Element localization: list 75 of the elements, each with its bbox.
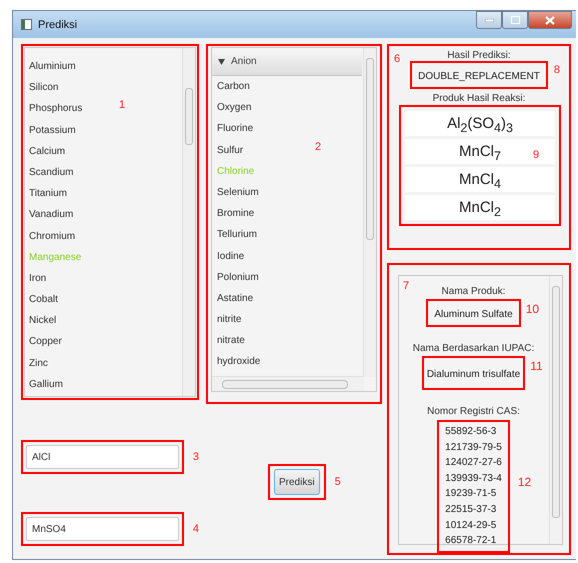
- list-item[interactable]: Aluminium: [25, 56, 76, 78]
- list-item[interactable]: Scandium: [25, 162, 74, 184]
- products-label: Produk Hasil Reaksi:: [432, 93, 526, 104]
- list-item[interactable]: Titanium: [25, 183, 67, 204]
- list-item[interactable]: Iron: [25, 268, 46, 290]
- scrollbar[interactable]: [549, 276, 562, 544]
- header-label: Anion: [231, 56, 257, 67]
- list-item[interactable]: Copper: [25, 331, 62, 353]
- input-field[interactable]: MnSO4: [26, 517, 179, 541]
- cas-number: 19239-71-5: [445, 487, 498, 502]
- annotation-number: 11: [530, 359, 543, 373]
- cas-number: 22515-37-3: [445, 502, 498, 517]
- cas-number: 124027-27-6: [445, 456, 502, 470]
- iupac-name-label: Nama Berdasarkan IUPAC:: [412, 343, 534, 354]
- annotation-number: 4: [192, 523, 199, 535]
- reaction-type: DOUBLE_REPLACEMENT: [418, 71, 540, 82]
- result-label: Hasil Prediksi:: [447, 50, 511, 61]
- annotation-number: 1: [119, 99, 126, 111]
- list-item[interactable]: Fluorine: [212, 118, 254, 140]
- cas-number: 55892-56-3: [445, 425, 498, 439]
- list-item[interactable]: Zinc: [25, 352, 48, 374]
- annotation-number: 8: [554, 64, 560, 76]
- list-item[interactable]: Nickel: [25, 310, 56, 332]
- predict-button[interactable]: Prediksi: [274, 469, 320, 495]
- list-item[interactable]: Oxygen: [212, 97, 252, 118]
- maximize-button[interactable]: [502, 11, 528, 29]
- list-item[interactable]: Iodine: [212, 246, 244, 267]
- product-formula[interactable]: MnCl$_{4}$: [405, 167, 555, 192]
- close-button[interactable]: [528, 11, 572, 29]
- annotation-number: 10: [526, 302, 540, 316]
- list-item[interactable]: nitrite: [212, 309, 242, 330]
- annotation-number: 6: [394, 53, 400, 65]
- cas-number: 121739-79-5: [445, 440, 502, 455]
- input-field[interactable]: AlCl: [26, 445, 179, 469]
- product-formula[interactable]: Al$_{2}$(SO$_{4}$)$_{3}$: [405, 111, 555, 136]
- scrollbar[interactable]: [182, 48, 195, 396]
- list-item[interactable]: Silicon: [25, 77, 58, 98]
- annotation-number: 2: [315, 141, 322, 153]
- minimize-button[interactable]: [476, 11, 502, 29]
- list-item[interactable]: Polonium: [212, 266, 259, 288]
- list-item[interactable]: Bromine: [212, 203, 254, 224]
- product-formula[interactable]: MnCl$_{2}$: [405, 195, 555, 220]
- cas-number-label: Nomor Registri CAS:: [427, 406, 520, 417]
- cas-number: 139939-73-4: [445, 472, 502, 486]
- list-item[interactable]: Selenium: [212, 182, 259, 204]
- annotation-number: 12: [518, 475, 532, 489]
- list-item[interactable]: Carbon: [212, 76, 250, 98]
- iupac-name: Dialuminum trisulfate: [426, 369, 520, 380]
- list-item[interactable]: nitrate: [212, 330, 245, 352]
- scrollbar[interactable]: [212, 376, 364, 391]
- cas-number: 10124-29-5: [445, 518, 498, 533]
- list-item[interactable]: Phosphorus: [25, 98, 82, 120]
- product-name: Aluminum Sulfate: [434, 309, 513, 320]
- cas-number: 66578-72-1: [445, 534, 498, 548]
- list-item[interactable]: Sulfur: [212, 140, 244, 161]
- close-icon: [545, 16, 555, 24]
- list-item[interactable]: Tellurium: [212, 224, 258, 246]
- product-name-label: Nama Produk:: [442, 286, 506, 297]
- annotation-number: 7: [403, 280, 410, 292]
- list-item[interactable]: Calcium: [25, 140, 66, 162]
- list-item[interactable]: Vanadium: [25, 204, 74, 226]
- maximize-icon: [510, 16, 520, 24]
- list-item[interactable]: Cobalt: [25, 289, 58, 310]
- window-icon: [21, 19, 32, 30]
- scrollbar[interactable]: [363, 48, 376, 377]
- annotation-number: 5: [334, 476, 341, 488]
- annotation-number: 3: [192, 451, 199, 463]
- list-item[interactable]: hydroxide: [212, 351, 260, 373]
- list-item[interactable]: Astatine: [212, 288, 254, 310]
- annotation-number: 9: [533, 149, 540, 161]
- minimize-icon: [484, 18, 494, 22]
- list-item[interactable]: Potassium: [25, 120, 76, 141]
- window-title: Prediksi: [38, 18, 78, 30]
- list-item[interactable]: Chromium: [25, 226, 76, 247]
- list-item[interactable]: Gallium: [25, 374, 63, 395]
